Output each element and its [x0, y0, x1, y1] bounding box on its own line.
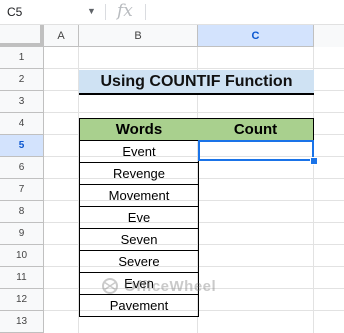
fx-icon: fx	[117, 1, 133, 21]
gridline	[44, 112, 344, 113]
row-header-1[interactable]: 1	[0, 47, 44, 69]
word-cell[interactable]: Revenge	[79, 162, 199, 185]
select-all-corner[interactable]	[0, 25, 44, 47]
active-cell-outline	[198, 140, 314, 161]
word-cell[interactable]: Pavement	[79, 294, 199, 317]
row-header-11[interactable]: 11	[0, 267, 44, 289]
row-header-12[interactable]: 12	[0, 289, 44, 311]
watermark-logo-icon	[102, 278, 118, 294]
column-header-b[interactable]: B	[79, 25, 198, 47]
divider	[145, 4, 146, 20]
row-header-9[interactable]: 9	[0, 223, 44, 245]
word-cell[interactable]: Seven	[79, 228, 199, 251]
row-header-2[interactable]: 2	[0, 69, 44, 91]
words-header-cell[interactable]: Words	[79, 118, 199, 141]
gridline	[44, 68, 344, 69]
sheet-title-cell[interactable]: Using COUNTIF Function	[79, 70, 314, 95]
word-cell[interactable]: Eve	[79, 206, 199, 229]
fill-handle[interactable]	[310, 157, 318, 165]
word-cell[interactable]: Severe	[79, 250, 199, 273]
row-header-10[interactable]: 10	[0, 245, 44, 267]
row-header-3[interactable]: 3	[0, 91, 44, 113]
row-header-8[interactable]: 8	[0, 201, 44, 223]
column-header-c[interactable]: C	[198, 25, 314, 47]
column-header-a[interactable]: A	[44, 25, 79, 47]
chevron-down-icon[interactable]: ▼	[87, 6, 96, 16]
row-header-7[interactable]: 7	[0, 179, 44, 201]
name-box[interactable]: C5 ▼	[0, 0, 104, 24]
watermark-text: OfficeWheel	[124, 277, 217, 295]
count-header-cell[interactable]: Count	[198, 118, 314, 141]
row-header-5[interactable]: 5	[0, 135, 44, 157]
watermark: OfficeWheel	[100, 276, 230, 296]
row-header-4[interactable]: 4	[0, 113, 44, 135]
formula-input[interactable]	[150, 3, 340, 21]
divider	[105, 4, 106, 20]
row-header-6[interactable]: 6	[0, 157, 44, 179]
name-box-value: C5	[7, 5, 23, 19]
word-cell[interactable]: Event	[79, 140, 199, 163]
column-header-row: A B C	[0, 25, 344, 47]
word-cell[interactable]: Movement	[79, 184, 199, 207]
formula-bar: C5 ▼ fx	[0, 0, 344, 25]
